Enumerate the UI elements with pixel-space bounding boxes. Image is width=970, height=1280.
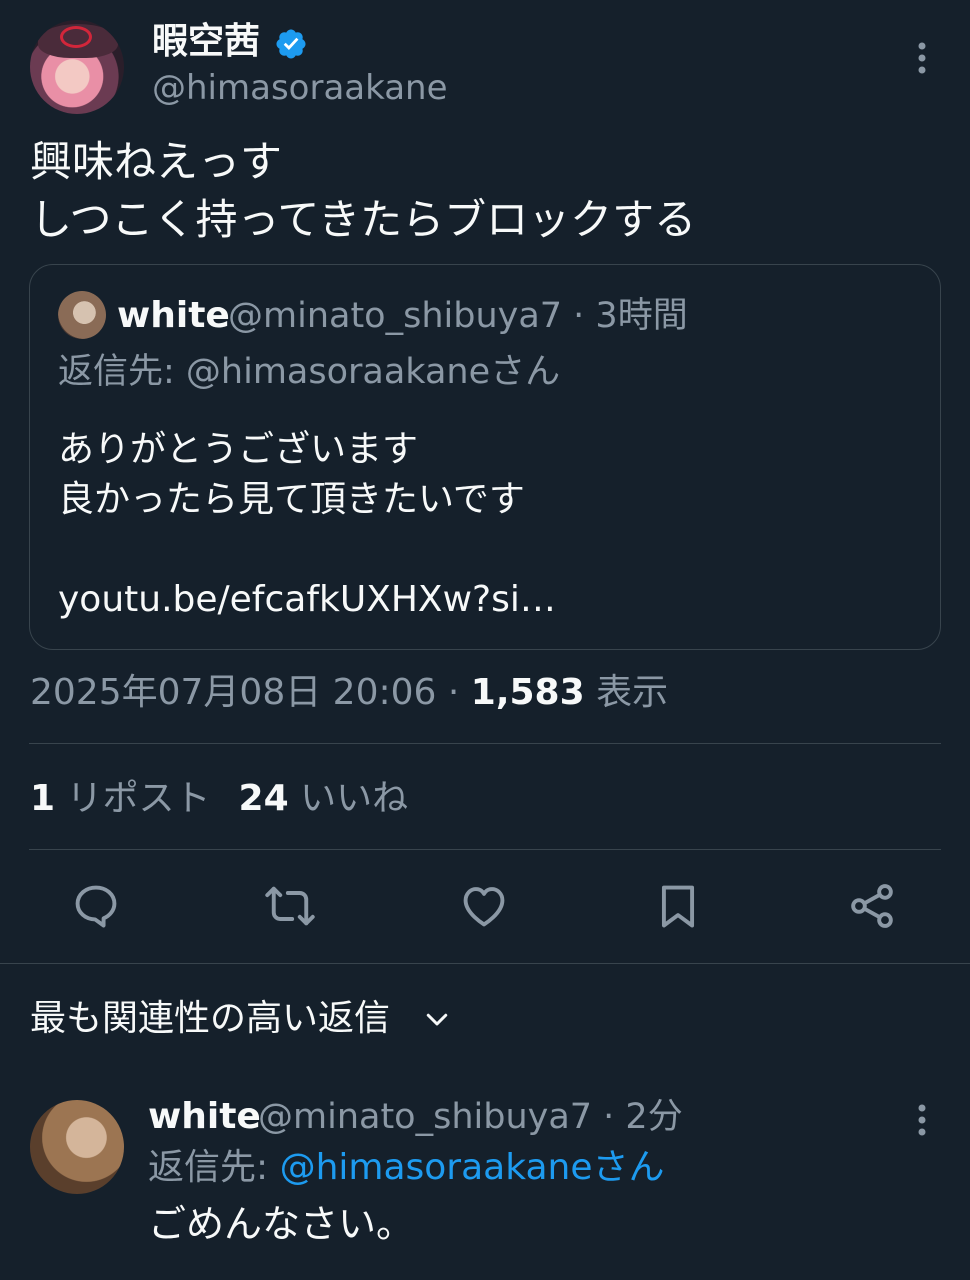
views-count: 1,583 — [470, 672, 585, 713]
reply-author-name[interactable]: white — [148, 1094, 261, 1140]
tweet-timestamp[interactable]: 2025年07月08日 20:06 · — [30, 672, 471, 713]
quoted-tweet-text: ありがとうございます 良かったら見て頂きたいです youtu.be/efcafk… — [58, 429, 556, 620]
reposts-label: リポスト — [55, 778, 211, 819]
reply-author-meta: @minato_shibuya7 · 2分 — [258, 1097, 683, 1137]
quoted-author-meta: @minato_shibuya7 · 3時間 — [228, 296, 688, 336]
author-avatar[interactable] — [30, 20, 124, 114]
reposts-stat[interactable]: 1 リポスト — [30, 778, 211, 819]
more-options-icon[interactable] — [906, 1100, 938, 1140]
reply-text: ごめんなさい。 — [148, 1202, 415, 1246]
verified-badge-icon — [276, 29, 306, 59]
likes-stat[interactable]: 24 いいね — [239, 778, 409, 819]
quoted-tweet-card[interactable]: white @minato_shibuya7 · 3時間 返信先: @himas… — [29, 264, 941, 650]
reply-to-prefix: 返信先: — [148, 1147, 280, 1188]
reply-to-mention[interactable]: @himasoraakaneさん — [280, 1147, 665, 1188]
reposts-count: 1 — [30, 778, 56, 819]
author-handle[interactable]: @himasoraakane — [152, 66, 448, 110]
quoted-author-avatar — [58, 291, 106, 339]
quoted-reply-to: 返信先: @himasoraakaneさん — [58, 352, 561, 392]
divider — [29, 849, 941, 850]
tweet-detail-page: 暇空茜 @himasoraakane 興味ねえっす しつこく持ってきたらブロック… — [0, 0, 970, 1280]
like-icon[interactable] — [458, 880, 510, 932]
chevron-down-icon[interactable] — [422, 1004, 452, 1034]
views-label: 表示 — [584, 672, 669, 713]
bookmark-icon[interactable] — [652, 880, 704, 932]
reply-to-line: 返信先: @himasoraakaneさん — [148, 1144, 664, 1192]
likes-label: いいね — [288, 778, 409, 819]
reply-author-avatar[interactable] — [30, 1100, 124, 1194]
replies-sort-dropdown[interactable]: 最も関連性の高い返信 — [30, 994, 390, 1044]
section-divider — [0, 963, 970, 964]
retweet-icon[interactable] — [264, 880, 316, 932]
quoted-author-name: white — [117, 295, 230, 336]
reply-icon[interactable] — [70, 880, 122, 932]
tweet-timestamp-row: 2025年07月08日 20:06 · 1,583 表示 — [30, 668, 668, 718]
engagement-stats: 1 リポスト 24 いいね — [30, 774, 408, 824]
tweet-text: 興味ねえっす しつこく持ってきたらブロックする — [30, 137, 697, 244]
avatar-bow — [60, 26, 92, 48]
likes-count: 24 — [238, 778, 289, 819]
more-options-icon[interactable] — [906, 38, 938, 78]
divider — [29, 743, 941, 744]
share-icon[interactable] — [846, 880, 898, 932]
author-display-name[interactable]: 暇空茜 — [152, 20, 260, 64]
